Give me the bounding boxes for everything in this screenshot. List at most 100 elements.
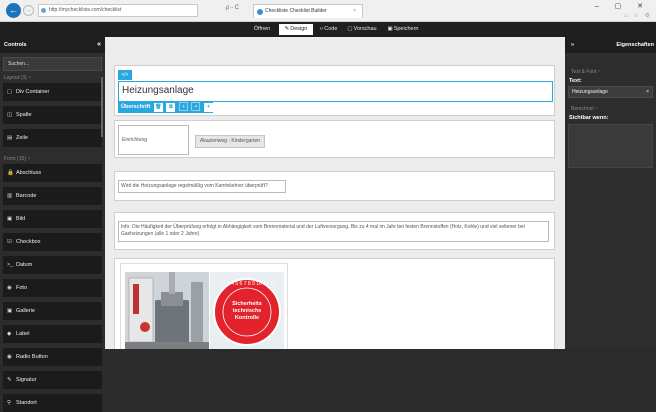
controls-scrollbar[interactable] bbox=[101, 77, 103, 137]
form-list: 🔒 Abschluss ▥ Barcode ▣ Bild ☑ Checkbox >_ Datum ◉… bbox=[0, 164, 105, 412]
app-toolbar: Öffnen ✎Design ‹›Code ▢Vorschau ▣Speiche… bbox=[0, 22, 656, 37]
info-box[interactable]: Info: Die Häufigkeit der Überprüfung erf… bbox=[118, 221, 549, 242]
tab-close-icon[interactable]: × bbox=[353, 5, 356, 18]
preview-icon: ▢ bbox=[347, 26, 353, 32]
address-bar[interactable]: http://mychecklists.com/checklist bbox=[38, 4, 198, 17]
design-label: Design bbox=[290, 26, 308, 32]
control-item-barcode[interactable]: ▥ Barcode bbox=[3, 187, 102, 205]
visible-when-label: Sichtbar wenn: bbox=[569, 115, 609, 121]
save-button[interactable]: ▣Speichern bbox=[383, 24, 423, 35]
properties-panel: » Eigenschaften Text & Font ~ Text: Heiz… bbox=[565, 37, 656, 349]
heading-text[interactable]: Heizungsanlage bbox=[122, 85, 194, 96]
selection-toolbar: Überschrift 🗑 ⧉ + + + bbox=[118, 102, 213, 113]
terminal-icon: >_ bbox=[7, 262, 14, 268]
back-button[interactable]: ← bbox=[6, 3, 21, 18]
preview-label: Vorschau bbox=[353, 26, 377, 32]
control-item-checkbox[interactable]: ☑ Checkbox bbox=[3, 233, 102, 251]
heading-section[interactable]: </> Heizungsanlage Überschrift 🗑 ⧉ + + + bbox=[114, 65, 555, 116]
save-icon: ▣ bbox=[387, 26, 393, 32]
columns-icon: ◫ bbox=[7, 112, 13, 118]
calculated-group[interactable]: Berechnet ~ bbox=[565, 98, 656, 112]
properties-title: Eigenschaften bbox=[616, 42, 654, 48]
control-item-spalte[interactable]: ◫ Spalte bbox=[3, 106, 102, 124]
gallery-icon: ▣ bbox=[7, 308, 13, 314]
question-section[interactable]: Wird die Heizungsanlage regelmäßig vom K… bbox=[114, 171, 555, 201]
facility-label-box[interactable]: Einrichtung bbox=[118, 125, 189, 155]
control-item-standort[interactable]: ⚲ Standort bbox=[3, 394, 102, 412]
site-icon bbox=[41, 8, 46, 13]
control-item-gallerie[interactable]: ▣ Gallerie bbox=[3, 302, 102, 320]
clear-icon[interactable]: × bbox=[646, 87, 649, 97]
text-label: Text: bbox=[569, 78, 582, 84]
facility-section[interactable]: Einrichtung Akazienweg - Kindergarten bbox=[114, 120, 555, 158]
gallery-container[interactable]: 1 2 3 4 5 6 7 8 9 10 11 12 Sicherheits t… bbox=[120, 263, 288, 349]
control-item-label: Label bbox=[16, 331, 30, 337]
control-item-foto[interactable]: ◉ Foto bbox=[3, 279, 102, 297]
layout-group-label[interactable]: Layout (3) ~ bbox=[0, 71, 105, 83]
selected-heading[interactable]: Heizungsanlage bbox=[118, 81, 553, 102]
add-before-icon[interactable]: + bbox=[178, 102, 188, 111]
open-label: Öffnen bbox=[253, 26, 271, 32]
control-item-bild[interactable]: ▣ Bild bbox=[3, 210, 102, 228]
save-label: Speichern bbox=[393, 26, 419, 32]
control-item-label: Signatur bbox=[16, 377, 37, 383]
info-section[interactable]: Info: Die Häufigkeit der Überprüfung erf… bbox=[114, 212, 555, 250]
open-button[interactable]: Öffnen bbox=[247, 24, 277, 35]
checkbox-icon: ☑ bbox=[7, 239, 12, 245]
preview-button[interactable]: ▢Vorschau bbox=[345, 24, 379, 35]
tag-icon: ◆ bbox=[7, 331, 12, 337]
control-item-signatur[interactable]: ✎ Signatur bbox=[3, 371, 102, 389]
camera-icon: ◉ bbox=[7, 285, 12, 291]
design-button[interactable]: ✎Design bbox=[279, 24, 313, 35]
inspection-badge-image[interactable]: 1 2 3 4 5 6 7 8 9 10 11 12 Sicherheits t… bbox=[210, 272, 284, 349]
design-canvas: </> Heizungsanlage Überschrift 🗑 ⧉ + + +… bbox=[105, 37, 565, 349]
control-item-zeile[interactable]: ▤ Zeile bbox=[3, 129, 102, 147]
form-group-label[interactable]: Form (15) ~ bbox=[0, 152, 105, 164]
collapse-icon[interactable]: « bbox=[97, 37, 101, 53]
control-item-label: Checkbox bbox=[16, 239, 41, 245]
forward-button[interactable]: → bbox=[23, 5, 34, 16]
controls-panel: Controls « Suchen... Layout (3) ~ ▢ Div C… bbox=[0, 37, 105, 412]
lock-icon: 🔒 bbox=[7, 170, 14, 176]
badge-text: Sicherheits technische Kontrolle bbox=[232, 301, 262, 321]
controls-header: Controls « bbox=[0, 37, 105, 53]
control-item-label[interactable]: ◆ Label bbox=[3, 325, 102, 343]
info-text: Info: Die Häufigkeit der Überprüfung erf… bbox=[121, 224, 525, 237]
selection-type-label: Überschrift bbox=[121, 104, 151, 110]
control-item-label: Gallerie bbox=[16, 308, 35, 314]
image-icon: ▣ bbox=[7, 216, 13, 222]
browser-tab[interactable]: Checkliste Checklist Builder × bbox=[253, 4, 363, 18]
control-item-abschluss[interactable]: 🔒 Abschluss bbox=[3, 164, 102, 182]
text-value-input[interactable]: Heizungsanlage × bbox=[568, 86, 653, 98]
address-tools[interactable]: ρ - C bbox=[226, 5, 239, 11]
element-tag-icon[interactable]: </> bbox=[118, 70, 132, 80]
heating-photo[interactable] bbox=[125, 272, 209, 349]
browser-bar: ← → http://mychecklists.com/checklist ρ … bbox=[0, 0, 656, 22]
controls-title: Controls bbox=[4, 42, 27, 48]
code-button[interactable]: ‹›Code bbox=[315, 24, 342, 35]
text-font-group[interactable]: Text & Font ~ bbox=[565, 53, 656, 75]
expand-icon[interactable]: » bbox=[571, 42, 574, 48]
control-item-label: Zeile bbox=[16, 135, 28, 141]
window-controls[interactable]: – ▢ ✕ bbox=[595, 2, 650, 10]
delete-icon[interactable]: 🗑 bbox=[153, 103, 163, 112]
pin-icon: ⚲ bbox=[7, 400, 12, 406]
add-after-icon[interactable]: + bbox=[204, 103, 213, 112]
gallery-section[interactable]: 1 2 3 4 5 6 7 8 9 10 11 12 Sicherheits t… bbox=[114, 258, 555, 349]
badge-numbers: 1 2 3 4 5 6 7 8 9 10 11 12 bbox=[219, 281, 276, 287]
div-container-icon: ▢ bbox=[7, 89, 13, 95]
add-inside-icon[interactable]: + bbox=[191, 102, 201, 111]
row-icon: ▤ bbox=[7, 135, 13, 141]
control-item-label: Barcode bbox=[16, 193, 37, 199]
control-item-radio-button[interactable]: ◉ Radio Button bbox=[3, 348, 102, 366]
control-item-div-container[interactable]: ▢ Div Container bbox=[3, 83, 102, 101]
controls-search-input[interactable]: Suchen... bbox=[3, 57, 102, 71]
facility-value-button[interactable]: Akazienweg - Kindergarten bbox=[195, 135, 266, 148]
visible-when-input[interactable] bbox=[568, 124, 653, 168]
code-label: Code bbox=[324, 26, 338, 32]
signature-icon: ✎ bbox=[7, 377, 12, 383]
question-box[interactable]: Wird die Heizungsanlage regelmäßig vom K… bbox=[118, 180, 286, 193]
duplicate-icon[interactable]: ⧉ bbox=[166, 103, 176, 112]
control-item-datum[interactable]: >_ Datum bbox=[3, 256, 102, 274]
browser-toolbar-icons[interactable]: ⌂ ☆ ⚙ bbox=[624, 12, 652, 19]
